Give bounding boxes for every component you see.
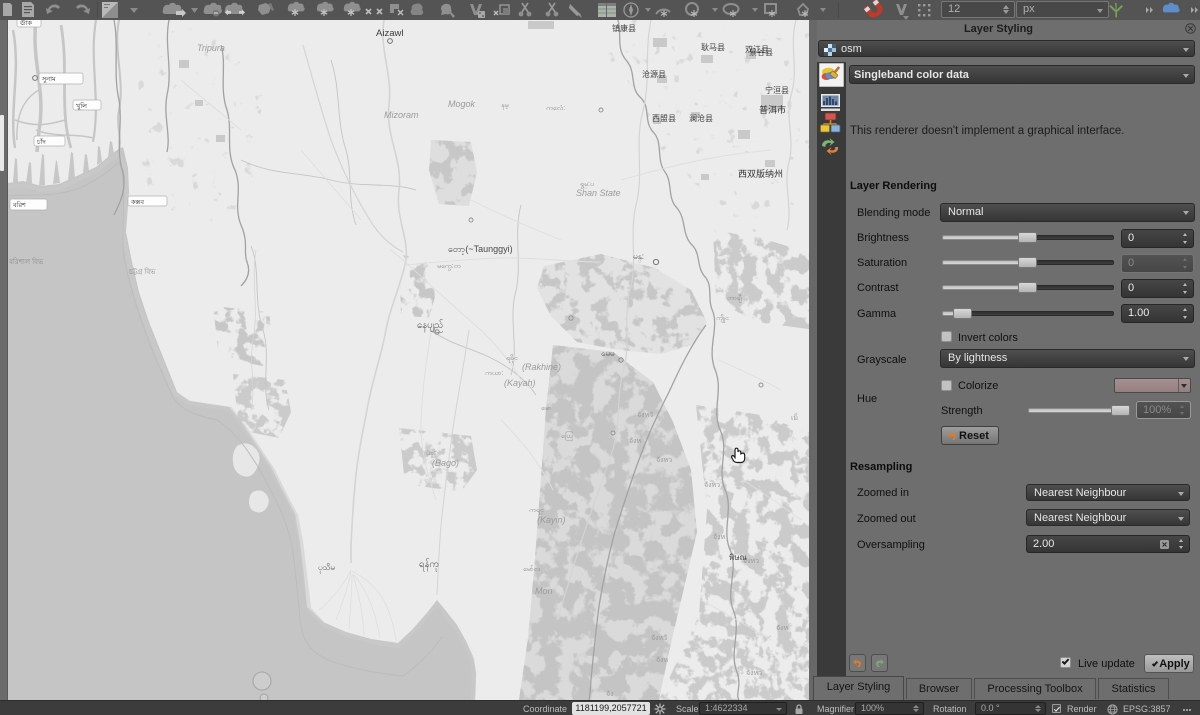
svg-text:จังหว: จังหว (704, 481, 720, 489)
svg-text:西双版纳州: 西双版纳州 (738, 168, 783, 179)
svg-text:เม็: เม็ (791, 413, 798, 422)
svg-text:จังหว: จังหว (746, 669, 762, 677)
svg-text:普洱市: 普洱市 (759, 104, 786, 115)
svg-text:ရွမ္:ပ: ရွမ္:ပ (580, 181, 594, 189)
svg-text:(Kayin): (Kayin) (537, 515, 566, 525)
svg-text:မကွေ:တ: မကွေ:တ (437, 263, 461, 271)
svg-text:ကလေံ:: ကလေံ: (546, 105, 565, 112)
svg-text:နေပျည်: နေပျည် (417, 320, 444, 332)
svg-text:ရန်ကု: ရန်ကု (419, 559, 439, 571)
svg-text:မော: မော (541, 405, 552, 412)
svg-text:চাঁদ: চাঁদ (36, 137, 46, 146)
svg-text:จังห: จังห (629, 437, 642, 445)
svg-text:จังห: จังห (713, 533, 726, 541)
svg-text:(Bago): (Bago) (432, 458, 459, 468)
svg-text:မော်လ: မော်လ (523, 565, 540, 573)
svg-text:宁洹县: 宁洹县 (765, 85, 789, 95)
svg-text:ရခိုင: ရခိုင (506, 354, 518, 363)
svg-text:Mizoram: Mizoram (384, 110, 419, 120)
svg-text:(Kayah): (Kayah) (504, 378, 536, 388)
svg-text:ပဲခူ:: ပဲခူ: (426, 449, 436, 458)
svg-text:(Rakhine): (Rakhine) (522, 362, 561, 372)
svg-text:西盟县: 西盟县 (652, 114, 676, 123)
svg-text:Mogok: Mogok (448, 99, 476, 109)
svg-text:沧源县: 沧源县 (642, 69, 666, 79)
svg-text:Shan State: Shan State (576, 188, 621, 198)
svg-text:จังหวั: จังหวั (651, 634, 667, 642)
svg-text:বরিশ: বরিশ (12, 201, 27, 209)
svg-text:景谷县: 景谷县 (749, 48, 773, 57)
svg-text:বরিশাল বিভ: বরিশাল বিভ (8, 258, 44, 266)
svg-text:ကယာ:: ကယာ: (485, 370, 504, 377)
svg-text:จังห: จังห (776, 624, 789, 632)
svg-text:খুলি: খুলি (76, 102, 88, 110)
svg-text:ယြေ: ယြေ (561, 431, 573, 441)
svg-text:จังหวั: จังหวั (637, 411, 653, 419)
svg-text:မေမ: မေမ (601, 349, 614, 358)
svg-text:ঊাক: ঊাক (19, 20, 32, 27)
svg-text:พิษณ: พิษณ (729, 553, 748, 562)
svg-text:澜沧县: 澜沧县 (689, 113, 713, 123)
svg-text:จังห: จังห (656, 656, 669, 664)
svg-text:কক্সব: কক্সব (130, 199, 144, 206)
svg-text:ကရင္: ကရင္ (529, 507, 544, 515)
svg-text:ကျိုင: ကျိုင (716, 314, 729, 323)
svg-text:চট্টগ্র বিভ: চট্টগ্র বিভ (128, 268, 156, 276)
svg-text:จัง: จัง (606, 690, 614, 698)
svg-text:တော့(~Taunggyi): တော့(~Taunggyi) (448, 244, 513, 255)
svg-text:镇康县: 镇康县 (612, 23, 636, 33)
svg-text:Aizawl: Aizawl (376, 28, 403, 39)
svg-text:耿马县: 耿马县 (701, 43, 725, 52)
svg-text:နမ့: နမ့ (501, 102, 509, 110)
svg-text:Tripura: Tripura (197, 43, 225, 53)
svg-text:সুনাম: সুনাম (41, 76, 56, 83)
svg-text:Mon: Mon (535, 586, 553, 596)
svg-text:တာချီ: တာချီ (727, 294, 742, 303)
svg-text:จังหว: จังหว (656, 456, 672, 464)
